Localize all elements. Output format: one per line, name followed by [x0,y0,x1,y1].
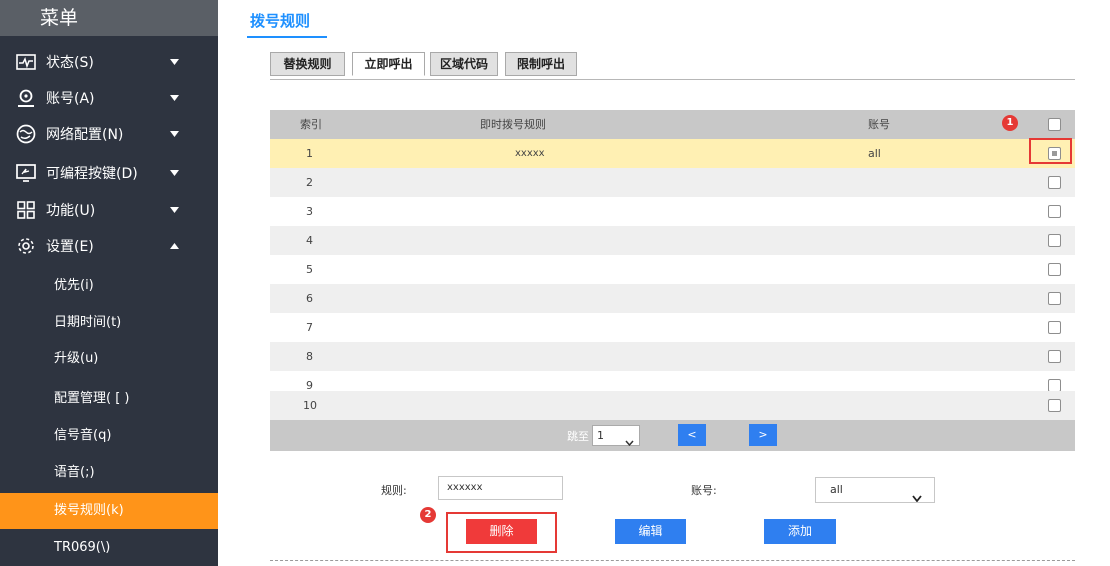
chevron-down-icon [164,207,184,213]
sidebar-sub-item-voice[interactable]: 语音(;) [0,455,218,491]
row-checkbox[interactable] [1048,234,1061,247]
table-row[interactable]: 6 [270,284,1075,313]
row-index: 2 [306,176,313,189]
account-select-value: all [830,483,843,496]
row-rule: xxxxx [515,148,545,159]
account-icon [14,86,38,110]
row-index: 6 [306,292,313,305]
row-checkbox[interactable] [1048,176,1061,189]
sidebar-sub-item-tr069[interactable]: TR069(\) [0,530,218,566]
prev-page-button[interactable]: < [678,424,706,446]
sidebar-sub-item-upgrade[interactable]: 升级(u) [0,341,218,377]
annotation-highlight-delete [446,512,557,553]
dashed-divider [270,560,1075,561]
sidebar-item-label: 可编程按键(D) [46,166,138,182]
sidebar-item-label: 账号(A) [46,91,95,107]
programmable-key-icon [14,161,38,185]
row-checkbox[interactable] [1048,399,1061,412]
sidebar-item-account[interactable]: 账号(A) [0,80,218,116]
table-row[interactable]: 3 [270,197,1075,226]
pagination-bar: 跳至 1 < > [270,420,1075,451]
table-row[interactable]: 8 [270,342,1075,371]
table-row[interactable]: 7 [270,313,1075,342]
row-index: 3 [306,205,313,218]
tab-replace-rules[interactable]: 替换规则 [270,52,345,76]
row-account: all [868,147,881,160]
sidebar-sub-item-priority[interactable]: 优先(i) [0,268,218,304]
sidebar-item-label: 网络配置(N) [46,127,124,143]
network-icon [14,122,38,146]
chevron-down-icon [625,433,634,452]
chevron-up-icon [164,243,184,249]
row-index: 10 [303,399,317,412]
sidebar-item-label: 状态(S) [46,55,94,71]
next-page-button[interactable]: > [749,424,777,446]
annotation-highlight-checkbox [1029,138,1072,164]
status-icon [14,50,38,74]
rule-input[interactable]: xxxxxx [438,476,563,500]
row-index: 4 [306,234,313,247]
title-underline [247,36,327,38]
sidebar-item-status[interactable]: 状态(S) [0,44,218,80]
tab-dial-now[interactable]: 立即呼出 [352,52,425,76]
sidebar: 菜单 状态(S) 账号(A) 网络配置(N) 可编程按键(D) 功能(U) 设置… [0,0,218,566]
sidebar-item-network[interactable]: 网络配置(N) [0,116,218,152]
rule-label: 规则: [381,484,407,497]
row-checkbox[interactable] [1048,292,1061,305]
table-row[interactable]: 1 xxxxx all [270,139,1075,168]
select-all-checkbox[interactable] [1048,118,1061,131]
settings-icon [14,234,38,258]
row-checkbox[interactable] [1048,350,1061,363]
sidebar-title: 菜单 [0,0,218,36]
table-header-row: 索引 即时拨号规则 账号 [270,110,1075,139]
add-button[interactable]: 添加 [764,519,836,544]
page-select[interactable]: 1 [592,425,640,447]
column-header-rule: 即时拨号规则 [480,118,546,131]
page-title: 拨号规则 [250,12,311,30]
tabs-divider [270,79,1075,80]
row-index: 7 [306,321,313,334]
account-label: 账号: [691,484,717,497]
chevron-down-icon [164,59,184,65]
sidebar-sub-item-config-management[interactable]: 配置管理( [ ) [0,381,218,417]
table-row[interactable]: 10 [270,391,1075,420]
sidebar-sub-item-datetime[interactable]: 日期时间(t) [0,305,218,341]
jump-to-label: 跳至 [567,430,589,443]
tab-block-out[interactable]: 限制呼出 [505,52,577,76]
features-icon [14,198,38,222]
chevron-down-icon [912,487,922,511]
row-checkbox[interactable] [1048,263,1061,276]
tab-area-code[interactable]: 区域代码 [430,52,498,76]
row-checkbox[interactable] [1048,321,1061,334]
sidebar-item-programmable-keys[interactable]: 可编程按键(D) [0,155,218,191]
edit-button[interactable]: 编辑 [615,519,686,544]
column-header-index: 索引 [300,118,322,131]
row-index: 8 [306,350,313,363]
table-row[interactable]: 4 [270,226,1075,255]
chevron-down-icon [164,131,184,137]
sidebar-item-label: 设置(E) [46,239,94,255]
sidebar-item-label: 功能(U) [46,203,96,219]
sidebar-item-features[interactable]: 功能(U) [0,192,218,228]
annotation-marker-1: 1 [1002,115,1018,131]
table-row[interactable]: 2 [270,168,1075,197]
table-row[interactable]: 5 [270,255,1075,284]
row-index: 5 [306,263,313,276]
sidebar-sub-item-dial-rules[interactable]: 拨号规则(k) [0,493,218,529]
annotation-marker-2: 2 [420,507,436,523]
row-index: 1 [306,147,313,160]
account-select[interactable]: all [815,477,935,503]
row-checkbox[interactable] [1048,205,1061,218]
chevron-down-icon [164,170,184,176]
sidebar-sub-item-tones[interactable]: 信号音(q) [0,418,218,454]
sidebar-item-settings[interactable]: 设置(E) [0,228,218,264]
chevron-down-icon [164,95,184,101]
page-select-value: 1 [597,429,604,442]
column-header-account: 账号 [868,118,890,131]
